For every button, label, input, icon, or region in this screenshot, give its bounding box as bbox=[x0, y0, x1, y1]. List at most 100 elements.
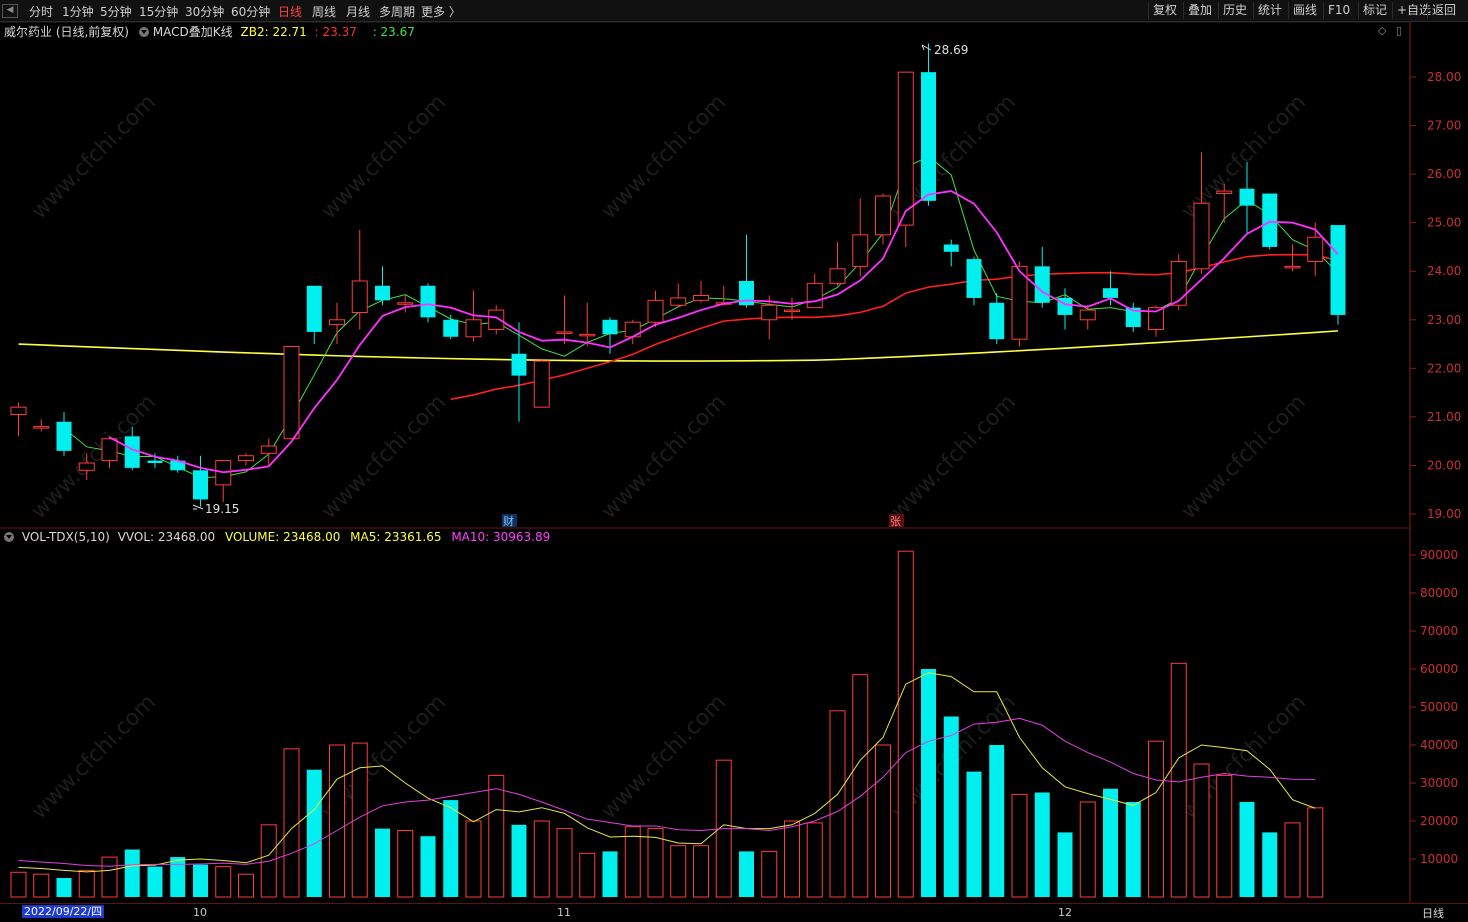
price-header: 威尔药业 (日线,前复权) MACD叠加K线 ZB2: 22.71 : 23.3… bbox=[4, 23, 415, 40]
candle-body-down bbox=[511, 353, 527, 376]
candle-body-up bbox=[1193, 202, 1210, 270]
volume-bar-down bbox=[511, 824, 527, 897]
candle-body-up bbox=[329, 319, 345, 326]
volume-bar-up bbox=[238, 873, 254, 898]
volume-bar-down bbox=[147, 866, 163, 897]
volume-bar-up bbox=[670, 845, 687, 898]
ma10-value: MA10: 30963.89 bbox=[451, 530, 551, 544]
indicator-name: MACD叠加K线 bbox=[152, 25, 233, 39]
candle-body-up bbox=[397, 302, 414, 305]
price-axis-label: 28.00 bbox=[1427, 70, 1461, 84]
volume-bar-down bbox=[193, 864, 208, 897]
candle-body-up bbox=[875, 195, 891, 236]
volume-bar-down bbox=[966, 771, 982, 897]
indicator-selector[interactable]: MACD叠加K线 bbox=[138, 25, 233, 39]
candle-body-down bbox=[1239, 188, 1255, 206]
volume-bar-down bbox=[56, 878, 72, 897]
status-bar bbox=[0, 903, 1468, 922]
volume-bar-down bbox=[1103, 788, 1118, 897]
kline-chart[interactable]: www.cfchi.com www.cfchi.com www.cfchi.com w… bbox=[0, 0, 1468, 903]
volume-axis-label: 30000 bbox=[1420, 776, 1458, 790]
volume-bar-down bbox=[1262, 832, 1278, 897]
candle-body-down bbox=[124, 436, 140, 468]
high-pointer-icon bbox=[921, 44, 932, 51]
watermark-text: www.cfchi.com bbox=[887, 390, 1021, 524]
candle-body-down bbox=[306, 285, 322, 332]
watermark-text: www.cfchi.com bbox=[597, 390, 731, 524]
volume-bar-down bbox=[306, 769, 322, 897]
volume-bar-up bbox=[215, 866, 232, 898]
candle-body-down bbox=[193, 470, 208, 500]
volume-bar-up bbox=[784, 820, 800, 898]
volume-bar-up bbox=[829, 710, 846, 898]
volume-bar-up bbox=[579, 852, 596, 898]
price-axis-label: 26.00 bbox=[1427, 167, 1461, 181]
volume-bar-up bbox=[33, 873, 50, 898]
zb2-value: ZB2: 22.71 bbox=[240, 25, 307, 39]
candle-body-up bbox=[1307, 236, 1324, 263]
zb-red-value: : 23.37 bbox=[314, 25, 357, 39]
volume-bar-down bbox=[1239, 802, 1255, 897]
volume-bar-up bbox=[852, 674, 869, 898]
axis-layer: 28.00 27.00 26.00 25.00 24.00 23.00 22.00 21.00… bbox=[1409, 22, 1461, 903]
volume-bar-up bbox=[624, 826, 641, 898]
candle-body-down bbox=[1330, 225, 1346, 315]
volume-bar-down bbox=[1125, 802, 1141, 897]
volume-bar-down bbox=[1034, 792, 1050, 897]
candle-body-up bbox=[283, 345, 300, 440]
dropdown-dot-icon[interactable] bbox=[138, 27, 149, 37]
month-label-11: 11 bbox=[557, 906, 571, 919]
candle-body-down bbox=[147, 460, 163, 464]
volume-bar-up bbox=[1079, 801, 1096, 898]
watermark-text: www.cfchi.com bbox=[597, 90, 731, 224]
volume-axis-label: 10000 bbox=[1420, 852, 1458, 866]
marker-cai[interactable]: 财 bbox=[503, 514, 514, 528]
volume-dropdown-dot-icon[interactable] bbox=[4, 532, 14, 542]
candle-body-down bbox=[443, 319, 459, 337]
volume-bar-up bbox=[78, 869, 95, 898]
price-axis-label: 27.00 bbox=[1427, 119, 1461, 133]
price-axis-label: 19.00 bbox=[1427, 507, 1461, 521]
volume-bar-down bbox=[1057, 832, 1073, 897]
volume-bar-up bbox=[1216, 774, 1233, 898]
zb-green-value: : 23.67 bbox=[372, 25, 415, 39]
volume-axis-label: 90000 bbox=[1420, 548, 1458, 562]
watermark-text: www.cfchi.com bbox=[597, 690, 731, 824]
volume-axis-label: 50000 bbox=[1420, 700, 1458, 714]
marker-zhang[interactable]: 张 bbox=[890, 515, 901, 528]
candle-body-up bbox=[260, 445, 277, 454]
candle-body-up bbox=[78, 462, 95, 471]
candle-body-down bbox=[989, 302, 1005, 340]
price-axis-label: 20.00 bbox=[1427, 458, 1461, 472]
ma-yellow-line bbox=[18, 330, 1339, 362]
volume-bar-up bbox=[488, 774, 505, 898]
diamond-icon[interactable]: ◇ bbox=[1378, 24, 1386, 37]
candle-body-down bbox=[1103, 288, 1118, 298]
watermark-text: www.cfchi.com bbox=[317, 90, 451, 224]
candle-body-down bbox=[921, 72, 936, 201]
candle-body-up bbox=[1284, 265, 1301, 269]
volume-indicator-name: VOL-TDX(5,10) bbox=[21, 530, 110, 544]
volume-bar-up bbox=[465, 820, 482, 898]
price-axis-label: 25.00 bbox=[1427, 216, 1461, 230]
candle-body-up bbox=[1170, 261, 1187, 306]
high-price-label: 28.69 bbox=[934, 43, 968, 57]
volume-bar-down bbox=[943, 716, 959, 897]
pause-icon[interactable]: ▯ bbox=[1396, 24, 1402, 37]
vvol-value: VVOL: 23468.00 bbox=[117, 530, 216, 544]
volume-axis-label: 60000 bbox=[1420, 662, 1458, 676]
candle-body-up bbox=[238, 455, 254, 462]
volume-axis-label: 40000 bbox=[1420, 738, 1458, 752]
price-axis-label: 24.00 bbox=[1427, 264, 1461, 278]
candle-body-up bbox=[465, 319, 482, 338]
candle-body-up bbox=[852, 234, 869, 267]
volume-bar-down bbox=[420, 836, 436, 897]
candle-body-up bbox=[1011, 265, 1028, 340]
candle-body-up bbox=[829, 268, 846, 284]
volume-bar-up bbox=[897, 550, 914, 898]
volume-axis-label: 70000 bbox=[1420, 624, 1458, 638]
volume-bar-up bbox=[283, 748, 300, 898]
volume-bar-up bbox=[1284, 822, 1301, 898]
candle-body-up bbox=[1079, 309, 1096, 321]
candle-body-up bbox=[579, 333, 596, 337]
